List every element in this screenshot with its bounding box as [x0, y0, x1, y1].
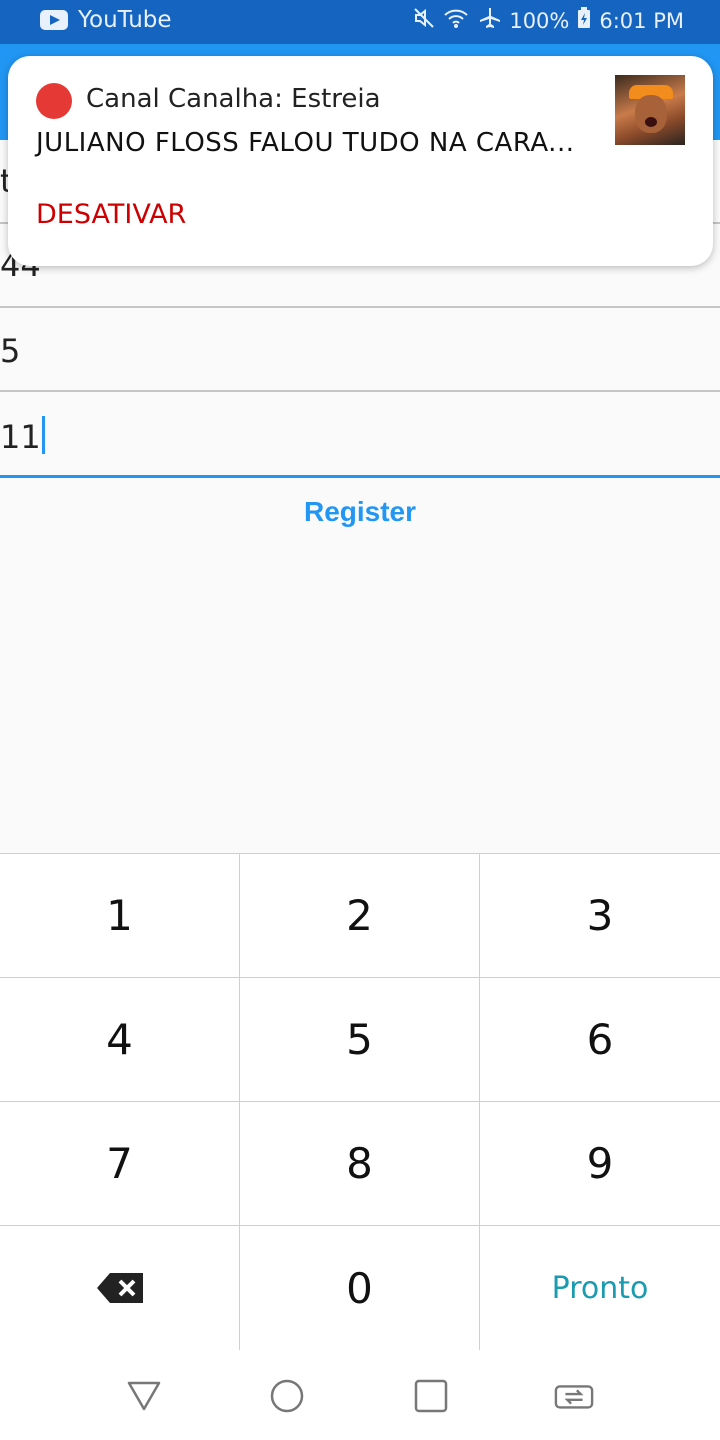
key-7[interactable]: 7: [0, 1102, 240, 1226]
status-app-name: YouTube: [78, 7, 172, 33]
battery-icon: [577, 7, 591, 34]
recents-icon[interactable]: [411, 1376, 451, 1416]
navigation-bar: [0, 1350, 720, 1440]
key-8[interactable]: 8: [240, 1102, 480, 1226]
notification-body: JULIANO FLOSS FALOU TUDO NA CARA...: [36, 128, 575, 158]
notification-thumbnail: [615, 75, 685, 145]
mute-icon: [413, 7, 435, 34]
key-6[interactable]: 6: [480, 978, 720, 1102]
switch-app-icon[interactable]: [554, 1376, 594, 1416]
airplane-icon: [477, 7, 501, 34]
text-cursor: [41, 416, 45, 454]
done-key[interactable]: Pronto: [480, 1226, 720, 1350]
youtube-icon: [40, 10, 68, 30]
notification-title: Canal Canalha: Estreia: [86, 84, 381, 114]
field-3-value: 5: [0, 332, 21, 370]
home-icon[interactable]: [267, 1376, 307, 1416]
key-3[interactable]: 3: [480, 854, 720, 978]
notification-disable-button[interactable]: DESATIVAR: [36, 199, 186, 230]
battery-percent: 100%: [509, 8, 570, 33]
thumbnail-mouth: [645, 117, 657, 127]
key-5[interactable]: 5: [240, 978, 480, 1102]
input-field-3[interactable]: 5: [0, 308, 720, 392]
key-2[interactable]: 2: [240, 854, 480, 978]
key-1[interactable]: 1: [0, 854, 240, 978]
backspace-key[interactable]: [0, 1226, 240, 1350]
field-4-value: 11: [0, 418, 41, 456]
input-field-4[interactable]: 11: [0, 392, 720, 478]
numeric-keypad: 1 2 3 4 5 6 7 8 9 0 Pronto: [0, 853, 720, 1350]
backspace-icon: [96, 1272, 144, 1304]
notification-card[interactable]: Canal Canalha: Estreia JULIANO FLOSS FAL…: [8, 56, 713, 266]
back-icon[interactable]: [124, 1376, 164, 1416]
thumbnail-face: [635, 95, 667, 133]
status-bar: YouTube 100% 6:01 PM: [0, 0, 720, 44]
channel-dot-icon: [36, 83, 72, 119]
key-0[interactable]: 0: [240, 1226, 480, 1350]
wifi-icon: [443, 7, 469, 34]
key-9[interactable]: 9: [480, 1102, 720, 1226]
status-time: 6:01 PM: [599, 8, 684, 33]
register-button[interactable]: Register: [0, 496, 720, 528]
field-4-value-wrap: 11: [0, 416, 45, 456]
key-4[interactable]: 4: [0, 978, 240, 1102]
